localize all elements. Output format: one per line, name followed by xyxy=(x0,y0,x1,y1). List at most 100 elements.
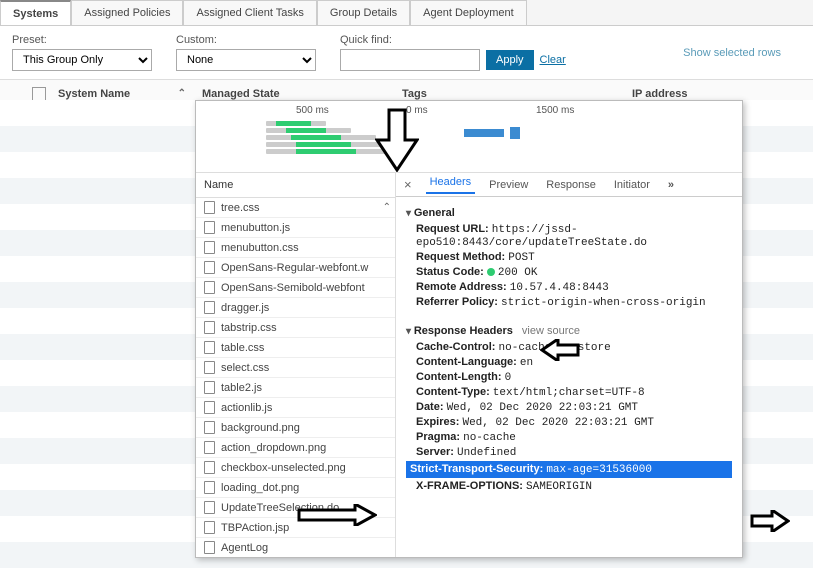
col-ip-address[interactable]: IP address xyxy=(624,88,813,100)
network-timeline[interactable]: 500 ms 0 ms 1500 ms xyxy=(196,101,742,173)
file-name-label: menubutton.js xyxy=(221,222,290,234)
tab-preview[interactable]: Preview xyxy=(485,179,532,191)
col-system-name[interactable]: System Name xyxy=(58,88,130,100)
sort-caret-icon[interactable]: ⌃ xyxy=(178,88,186,99)
timeline-marker xyxy=(464,129,504,137)
network-request-item[interactable]: loading_dot.png xyxy=(196,478,395,498)
file-icon xyxy=(204,421,215,434)
section-response-headers[interactable]: Response Headers view source xyxy=(406,325,732,337)
file-name-label: tabstrip.css xyxy=(221,322,277,334)
file-name-label: checkbox-unselected.png xyxy=(221,462,346,474)
network-request-item[interactable]: AgentLog xyxy=(196,538,395,557)
tab-assigned-policies[interactable]: Assigned Policies xyxy=(71,0,183,25)
custom-select[interactable]: None xyxy=(176,49,316,71)
tab-headers[interactable]: Headers xyxy=(426,176,476,194)
file-name-label: TBPAction.jsp xyxy=(221,522,289,534)
referrer-policy: strict-origin-when-cross-origin xyxy=(501,297,706,309)
more-tabs-icon[interactable]: » xyxy=(664,179,678,191)
top-tabs: Systems Assigned Policies Assigned Clien… xyxy=(0,0,813,26)
file-name-label: menubutton.css xyxy=(221,242,299,254)
file-icon xyxy=(204,321,215,334)
file-icon xyxy=(204,441,215,454)
file-name-label: AgentLog xyxy=(221,542,268,554)
annotation-arrow-left-icon xyxy=(540,339,580,361)
network-request-item[interactable]: table.css xyxy=(196,338,395,358)
hsts-header-row: Strict-Transport-Security: max-age=31536… xyxy=(406,461,732,478)
tab-systems[interactable]: Systems xyxy=(0,0,71,25)
file-icon xyxy=(204,381,215,394)
file-icon xyxy=(204,541,215,554)
annotation-arrow-right-icon xyxy=(750,510,790,532)
tab-assigned-client-tasks[interactable]: Assigned Client Tasks xyxy=(183,0,316,25)
file-icon xyxy=(204,461,215,474)
file-name-label: select.css xyxy=(221,362,269,374)
tab-group-details[interactable]: Group Details xyxy=(317,0,410,25)
file-name-label: OpenSans-Regular-webfont.w xyxy=(221,262,368,274)
file-name-label: table2.js xyxy=(221,382,262,394)
file-name-label: OpenSans-Semibold-webfont xyxy=(221,282,365,294)
timeline-tick: 500 ms xyxy=(296,105,329,116)
remote-address: 10.57.4.48:8443 xyxy=(510,282,609,294)
annotation-arrow-right-icon xyxy=(297,504,377,526)
timeline-marker xyxy=(510,127,520,139)
file-icon xyxy=(204,201,215,214)
network-request-item[interactable]: OpenSans-Regular-webfont.w xyxy=(196,258,395,278)
file-icon xyxy=(204,221,215,234)
network-request-item[interactable]: tabstrip.css xyxy=(196,318,395,338)
file-icon xyxy=(204,401,215,414)
network-request-item[interactable]: menubutton.js xyxy=(196,218,395,238)
file-name-label: action_dropdown.png xyxy=(221,442,326,454)
file-icon xyxy=(204,501,215,514)
tab-initiator[interactable]: Initiator xyxy=(610,179,654,191)
status-code: 200 OK xyxy=(498,267,538,279)
request-method: POST xyxy=(508,252,534,264)
close-icon[interactable]: × xyxy=(400,177,416,192)
devtools-panel: 500 ms 0 ms 1500 ms Name ⌃ tree.css menub… xyxy=(195,100,743,558)
file-icon xyxy=(204,341,215,354)
file-name-label: table.css xyxy=(221,342,264,354)
network-request-item[interactable]: checkbox-unselected.png xyxy=(196,458,395,478)
file-icon xyxy=(204,361,215,374)
file-icon xyxy=(204,301,215,314)
file-name-label: tree.css xyxy=(221,202,260,214)
preset-select[interactable]: This Group Only xyxy=(12,49,152,71)
file-icon xyxy=(204,281,215,294)
section-general[interactable]: General xyxy=(406,207,732,219)
file-name-label: actionlib.js xyxy=(221,402,272,414)
network-request-item[interactable]: background.png xyxy=(196,418,395,438)
show-selected-rows[interactable]: Show selected rows xyxy=(663,47,801,59)
file-icon xyxy=(204,261,215,274)
annotation-arrow-down-icon xyxy=(375,108,419,172)
quickfind-input[interactable] xyxy=(340,49,480,71)
custom-label: Custom: xyxy=(176,34,316,46)
file-name-label: dragger.js xyxy=(221,302,269,314)
network-request-item[interactable]: table2.js xyxy=(196,378,395,398)
select-all-checkbox[interactable] xyxy=(32,87,46,101)
tab-agent-deployment[interactable]: Agent Deployment xyxy=(410,0,527,25)
scroll-up-icon[interactable]: ⌃ xyxy=(383,202,391,213)
timeline-tick: 1500 ms xyxy=(536,105,574,116)
clear-link[interactable]: Clear xyxy=(540,54,566,66)
network-request-item[interactable]: menubutton.css xyxy=(196,238,395,258)
apply-button[interactable]: Apply xyxy=(486,50,534,70)
file-name-label: background.png xyxy=(221,422,300,434)
file-icon xyxy=(204,481,215,494)
view-source-link[interactable]: view source xyxy=(522,325,580,337)
file-icon xyxy=(204,521,215,534)
filter-bar: Preset: This Group Only Custom: None Qui… xyxy=(0,26,813,80)
status-dot-icon xyxy=(487,268,495,276)
network-request-item[interactable]: OpenSans-Semibold-webfont xyxy=(196,278,395,298)
network-request-item[interactable]: tree.css xyxy=(196,198,395,218)
filelist-header[interactable]: Name xyxy=(196,173,395,198)
file-icon xyxy=(204,241,215,254)
network-request-item[interactable]: select.css xyxy=(196,358,395,378)
col-managed-state[interactable]: Managed State xyxy=(194,88,394,100)
network-request-item[interactable]: dragger.js xyxy=(196,298,395,318)
preset-label: Preset: xyxy=(12,34,152,46)
headers-pane-tabs: × Headers Preview Response Initiator » xyxy=(396,173,742,197)
col-tags[interactable]: Tags xyxy=(394,88,624,100)
file-name-label: loading_dot.png xyxy=(221,482,299,494)
tab-response[interactable]: Response xyxy=(542,179,600,191)
network-request-item[interactable]: action_dropdown.png xyxy=(196,438,395,458)
network-request-item[interactable]: actionlib.js xyxy=(196,398,395,418)
